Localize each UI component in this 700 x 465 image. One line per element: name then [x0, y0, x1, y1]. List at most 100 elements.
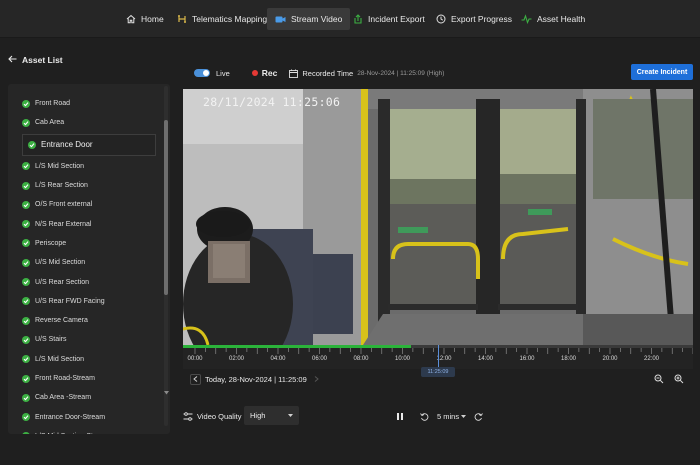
playhead-time-label: 11:25:09	[421, 367, 455, 377]
zoom-out-button[interactable]	[653, 373, 665, 385]
check-circle-icon	[22, 393, 30, 402]
rec-label: Rec	[261, 68, 278, 78]
asset-item[interactable]: O/S Front external	[8, 195, 163, 214]
arrow-left-icon[interactable]	[8, 55, 17, 65]
asset-item[interactable]: U/S Rear FWD Facing	[8, 292, 163, 311]
nav-home[interactable]: Home	[117, 8, 172, 30]
check-circle-icon	[22, 258, 30, 267]
create-incident-button[interactable]: Create Incident	[631, 64, 693, 80]
asset-item[interactable]: Cab Area -Stream	[8, 388, 163, 407]
asset-item-label: Cab Area -Stream	[35, 394, 92, 402]
recorded-time-label: Recorded Time	[302, 68, 354, 78]
timeline-hour-label: 04:00	[270, 356, 286, 362]
asset-item[interactable]: L/S Mid Section	[8, 157, 163, 176]
asset-item[interactable]: N/S Rear External	[8, 214, 163, 233]
asset-item-label: Reverse Camera	[35, 317, 88, 325]
asset-item-label: Cab Area	[35, 119, 65, 127]
check-circle-icon	[22, 316, 30, 325]
nav-stream-video-label: Stream Video	[291, 14, 343, 24]
asset-item-label: L/S Mid Section	[35, 162, 85, 170]
asset-item-label: Periscope	[35, 239, 67, 247]
asset-item-label: L/S Mid Section-Stream	[35, 433, 109, 434]
previous-day-button[interactable]	[190, 373, 201, 385]
asset-item[interactable]: Front Road-Stream	[8, 369, 163, 388]
nav-home-label: Home	[141, 14, 164, 24]
timeline-hour-label: 00:00	[187, 356, 203, 362]
nav-incident-export-label: Incident Export	[368, 14, 425, 24]
export-icon	[352, 14, 363, 25]
next-day-button[interactable]	[311, 374, 322, 385]
forward-icon	[474, 412, 483, 421]
check-circle-icon	[22, 432, 30, 434]
asset-item-label: U/S Rear Section	[35, 278, 90, 286]
top-navigation: Home Telematics Mapping Stream Video Inc…	[0, 0, 700, 38]
asset-list-header[interactable]: Asset List	[8, 55, 63, 65]
timeline-hour-label: 22:00	[643, 356, 660, 362]
check-circle-icon	[22, 200, 30, 209]
video-quality-control: Video Quality	[183, 408, 241, 424]
check-circle-icon	[22, 355, 30, 364]
current-date-label: Today, 28-Nov-2024 | 11:25:09	[205, 374, 307, 384]
asset-item-label: L/S Mid Section	[35, 355, 85, 363]
date-navigator: Today, 28-Nov-2024 | 11:25:09	[190, 373, 322, 385]
timeline[interactable]: 00:00 02:00 04:00 06:00 08:00 10:00 12:00 14:00…	[183, 345, 693, 369]
asset-item[interactable]: U/S Stairs	[8, 330, 163, 349]
video-player[interactable]: 28/11/2024 11:25:06	[183, 89, 693, 345]
interval-value: 5 mins	[437, 411, 460, 421]
home-icon	[125, 14, 136, 25]
zoom-in-icon	[674, 374, 684, 384]
check-circle-icon	[22, 297, 30, 306]
nav-stream-video[interactable]: Stream Video	[267, 8, 351, 30]
timeline-hour-label: 20:00	[602, 356, 618, 362]
timeline-hour-label: 14:00	[477, 356, 494, 362]
check-circle-icon	[22, 335, 30, 344]
asset-item-selected[interactable]: Entrance Door	[22, 133, 156, 156]
asset-item[interactable]: U/S Mid Section	[8, 253, 163, 272]
asset-item[interactable]: L/S Rear Section	[8, 176, 163, 195]
asset-item[interactable]: Periscope	[8, 234, 163, 253]
asset-item-label: Front Road	[35, 100, 71, 108]
check-circle-icon	[22, 220, 30, 229]
interval-select[interactable]: 5 mins	[437, 411, 467, 421]
zoom-in-button[interactable]	[673, 373, 685, 385]
check-circle-icon	[22, 118, 30, 127]
asset-list-panel: Front Road Cab Area Entrance Door L/S Mid S…	[8, 84, 170, 434]
nav-asset-health[interactable]: Asset Health	[513, 8, 593, 30]
nav-export-progress-label: Export Progress	[451, 14, 512, 24]
asset-item[interactable]: Cab Area	[8, 113, 163, 132]
asset-list: Front Road Cab Area Entrance Door L/S Mid S…	[8, 94, 163, 434]
stream-status-bar: Live Rec Recorded Time 28-Nov-2024 | 11:…	[194, 66, 444, 80]
nav-asset-health-label: Asset Health	[537, 14, 586, 24]
asset-item-label: Front Road-Stream	[35, 375, 95, 382]
nav-export-progress[interactable]: Export Progress	[427, 8, 520, 30]
asset-item[interactable]: L/S Mid Section-Stream	[8, 427, 163, 434]
check-circle-icon	[22, 374, 30, 383]
nav-telematics-mapping[interactable]: Telematics Mapping	[168, 8, 275, 30]
nav-incident-export[interactable]: Incident Export	[344, 8, 433, 30]
timeline-hour-label: 06:00	[311, 356, 328, 362]
video-quality-value: High	[250, 411, 266, 420]
live-toggle[interactable]	[194, 69, 210, 77]
timeline-hour-label: 16:00	[519, 356, 535, 362]
forward-button[interactable]	[474, 412, 483, 421]
asset-item[interactable]: Reverse Camera	[8, 311, 163, 330]
playback-controls: 5 mins	[396, 408, 483, 424]
asset-item[interactable]: Entrance Door-Stream	[8, 407, 163, 426]
scroll-down-arrow-icon[interactable]	[164, 388, 169, 395]
asset-item-label: U/S Mid Section	[35, 259, 86, 267]
rewind-button[interactable]	[420, 412, 429, 421]
asset-item[interactable]: Front Road	[8, 94, 163, 113]
asset-item[interactable]: L/S Mid Section	[8, 350, 163, 369]
check-circle-icon	[28, 140, 36, 149]
pause-button[interactable]	[396, 412, 404, 421]
video-frame-image	[183, 89, 693, 345]
asset-list-title: Asset List	[22, 55, 63, 65]
scrollbar-thumb[interactable]	[164, 120, 168, 295]
timeline-hour-label: 02:00	[228, 356, 245, 362]
video-quality-select[interactable]: High	[244, 406, 299, 425]
asset-item[interactable]: U/S Rear Section	[8, 272, 163, 291]
timeline-playhead[interactable]	[438, 345, 439, 369]
recorded-time-value: 28-Nov-2024 | 11:25:09 (High)	[357, 69, 445, 77]
timeline-hour-label: 08:00	[353, 356, 369, 362]
check-circle-icon	[22, 99, 30, 108]
